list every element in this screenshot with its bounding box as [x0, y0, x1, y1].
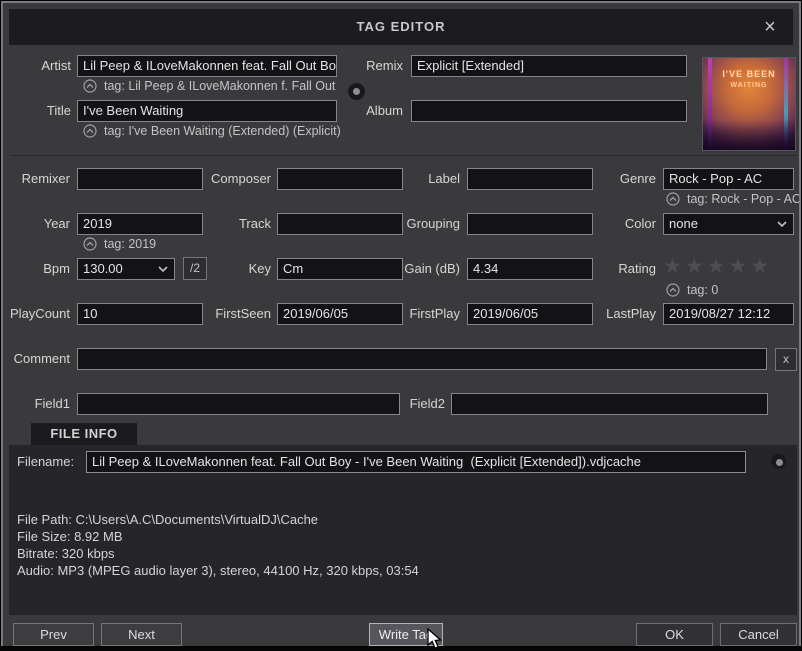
color-select[interactable]: none	[663, 213, 794, 235]
cancel-button[interactable]: Cancel	[720, 623, 797, 646]
filename-radio-button[interactable]	[771, 454, 786, 469]
tag-arrow-icon[interactable]	[666, 192, 680, 206]
star-icon[interactable]: ★	[728, 255, 750, 278]
star-icon[interactable]: ★	[685, 255, 707, 278]
gain-input[interactable]: 4.34	[467, 258, 593, 280]
tag-arrow-icon[interactable]	[83, 124, 97, 138]
star-icon[interactable]: ★	[750, 255, 772, 278]
rating-stars[interactable]: ★★★★★	[663, 255, 772, 279]
title-label: Title	[11, 100, 71, 122]
tag-editor-window: TAG EDITOR × Artist Lil Peep & ILoveMako…	[0, 0, 802, 651]
field1-input[interactable]	[77, 393, 400, 415]
field1-label: Field1	[3, 393, 70, 415]
grouping-label: Grouping	[383, 213, 460, 235]
tag-editor-dialog: TAG EDITOR × Artist Lil Peep & ILoveMako…	[1, 1, 801, 650]
firstseen-label: FirstSeen	[203, 303, 271, 325]
bitrate-text: Bitrate: 320 kbps	[17, 546, 115, 562]
titlebar: TAG EDITOR ×	[9, 9, 793, 45]
mouse-cursor	[427, 628, 445, 650]
rating-tag-hint: tag: 0	[687, 282, 747, 298]
grouping-input[interactable]	[467, 213, 593, 235]
tag-arrow-icon[interactable]	[83, 79, 97, 93]
album-label: Album	[348, 100, 403, 122]
genre-tag-hint: tag: Rock - Pop - AC	[687, 191, 799, 207]
firstplay-label: FirstPlay	[383, 303, 460, 325]
album-art-decoration	[703, 120, 795, 150]
bpm-label: Bpm	[3, 258, 70, 280]
section-divider	[11, 155, 797, 156]
tag-arrow-icon[interactable]	[83, 237, 97, 251]
remix-label: Remix	[348, 55, 403, 77]
ok-button[interactable]: OK	[636, 623, 713, 646]
remixer-input[interactable]	[77, 168, 203, 190]
lastplay-input[interactable]: 2019/08/27 12:12	[663, 303, 794, 325]
comment-label: Comment	[3, 348, 70, 370]
star-icon[interactable]: ★	[663, 255, 685, 278]
close-icon[interactable]: ×	[757, 14, 783, 40]
tag-arrow-icon[interactable]	[666, 283, 680, 297]
filename-input[interactable]: Lil Peep & ILoveMakonnen feat. Fall Out …	[86, 451, 746, 473]
star-icon[interactable]: ★	[707, 255, 729, 278]
audio-info-text: Audio: MP3 (MPEG audio layer 3), stereo,…	[17, 563, 419, 579]
file-path-text: File Path: C:\Users\A.C\Documents\Virtua…	[17, 512, 318, 528]
window-title: TAG EDITOR	[9, 9, 793, 45]
field2-input[interactable]	[451, 393, 768, 415]
field2-label: Field2	[373, 393, 445, 415]
title-input[interactable]: I've Been Waiting	[77, 100, 337, 122]
gain-label: Gain (dB)	[383, 258, 460, 280]
album-art[interactable]: I'VE BEEN WAITING	[703, 58, 795, 150]
remixer-label: Remixer	[3, 168, 70, 190]
color-label: Color	[593, 213, 656, 235]
comment-clear-button[interactable]: x	[775, 348, 797, 371]
artist-label: Artist	[11, 55, 71, 77]
rating-label: Rating	[593, 258, 656, 280]
genre-input[interactable]: Rock - Pop - AC	[663, 168, 794, 190]
year-label: Year	[3, 213, 70, 235]
chevron-down-icon	[157, 265, 169, 273]
comment-input[interactable]	[77, 348, 767, 370]
window-bottom-edge	[0, 646, 802, 651]
playcount-label: PlayCount	[3, 303, 70, 325]
year-input[interactable]: 2019	[77, 213, 203, 235]
artist-input[interactable]: Lil Peep & ILoveMakonnen feat. Fall Out …	[77, 55, 337, 77]
tag-link-radio-button[interactable]	[348, 83, 365, 100]
bpm-select[interactable]: 130.00	[77, 258, 175, 280]
key-label: Key	[203, 258, 271, 280]
color-select-value: none	[669, 214, 698, 234]
chevron-down-icon	[776, 220, 788, 228]
file-size-text: File Size: 8.92 MB	[17, 529, 123, 545]
remix-input[interactable]: Explicit [Extended]	[411, 55, 687, 77]
label-label: Label	[383, 168, 460, 190]
next-button[interactable]: Next	[101, 623, 182, 646]
tab-file-info[interactable]: FILE INFO	[31, 423, 137, 445]
composer-label: Composer	[203, 168, 271, 190]
album-art-title: I'VE BEEN WAITING	[703, 69, 795, 91]
title-tag-hint: tag: I've Been Waiting (Extended) (Expli…	[104, 123, 364, 139]
artist-tag-hint: tag: Lil Peep & ILoveMakonnen f. Fall Ou…	[104, 78, 339, 94]
label-input[interactable]	[467, 168, 593, 190]
bpm-select-value: 130.00	[83, 259, 123, 279]
prev-button[interactable]: Prev	[13, 623, 94, 646]
lastplay-label: LastPlay	[593, 303, 656, 325]
track-label: Track	[203, 213, 271, 235]
year-tag-hint: tag: 2019	[104, 236, 214, 252]
genre-label: Genre	[593, 168, 656, 190]
firstplay-input[interactable]: 2019/06/05	[467, 303, 593, 325]
album-input[interactable]	[411, 100, 687, 122]
filename-label: Filename:	[17, 451, 74, 473]
playcount-input[interactable]: 10	[77, 303, 203, 325]
